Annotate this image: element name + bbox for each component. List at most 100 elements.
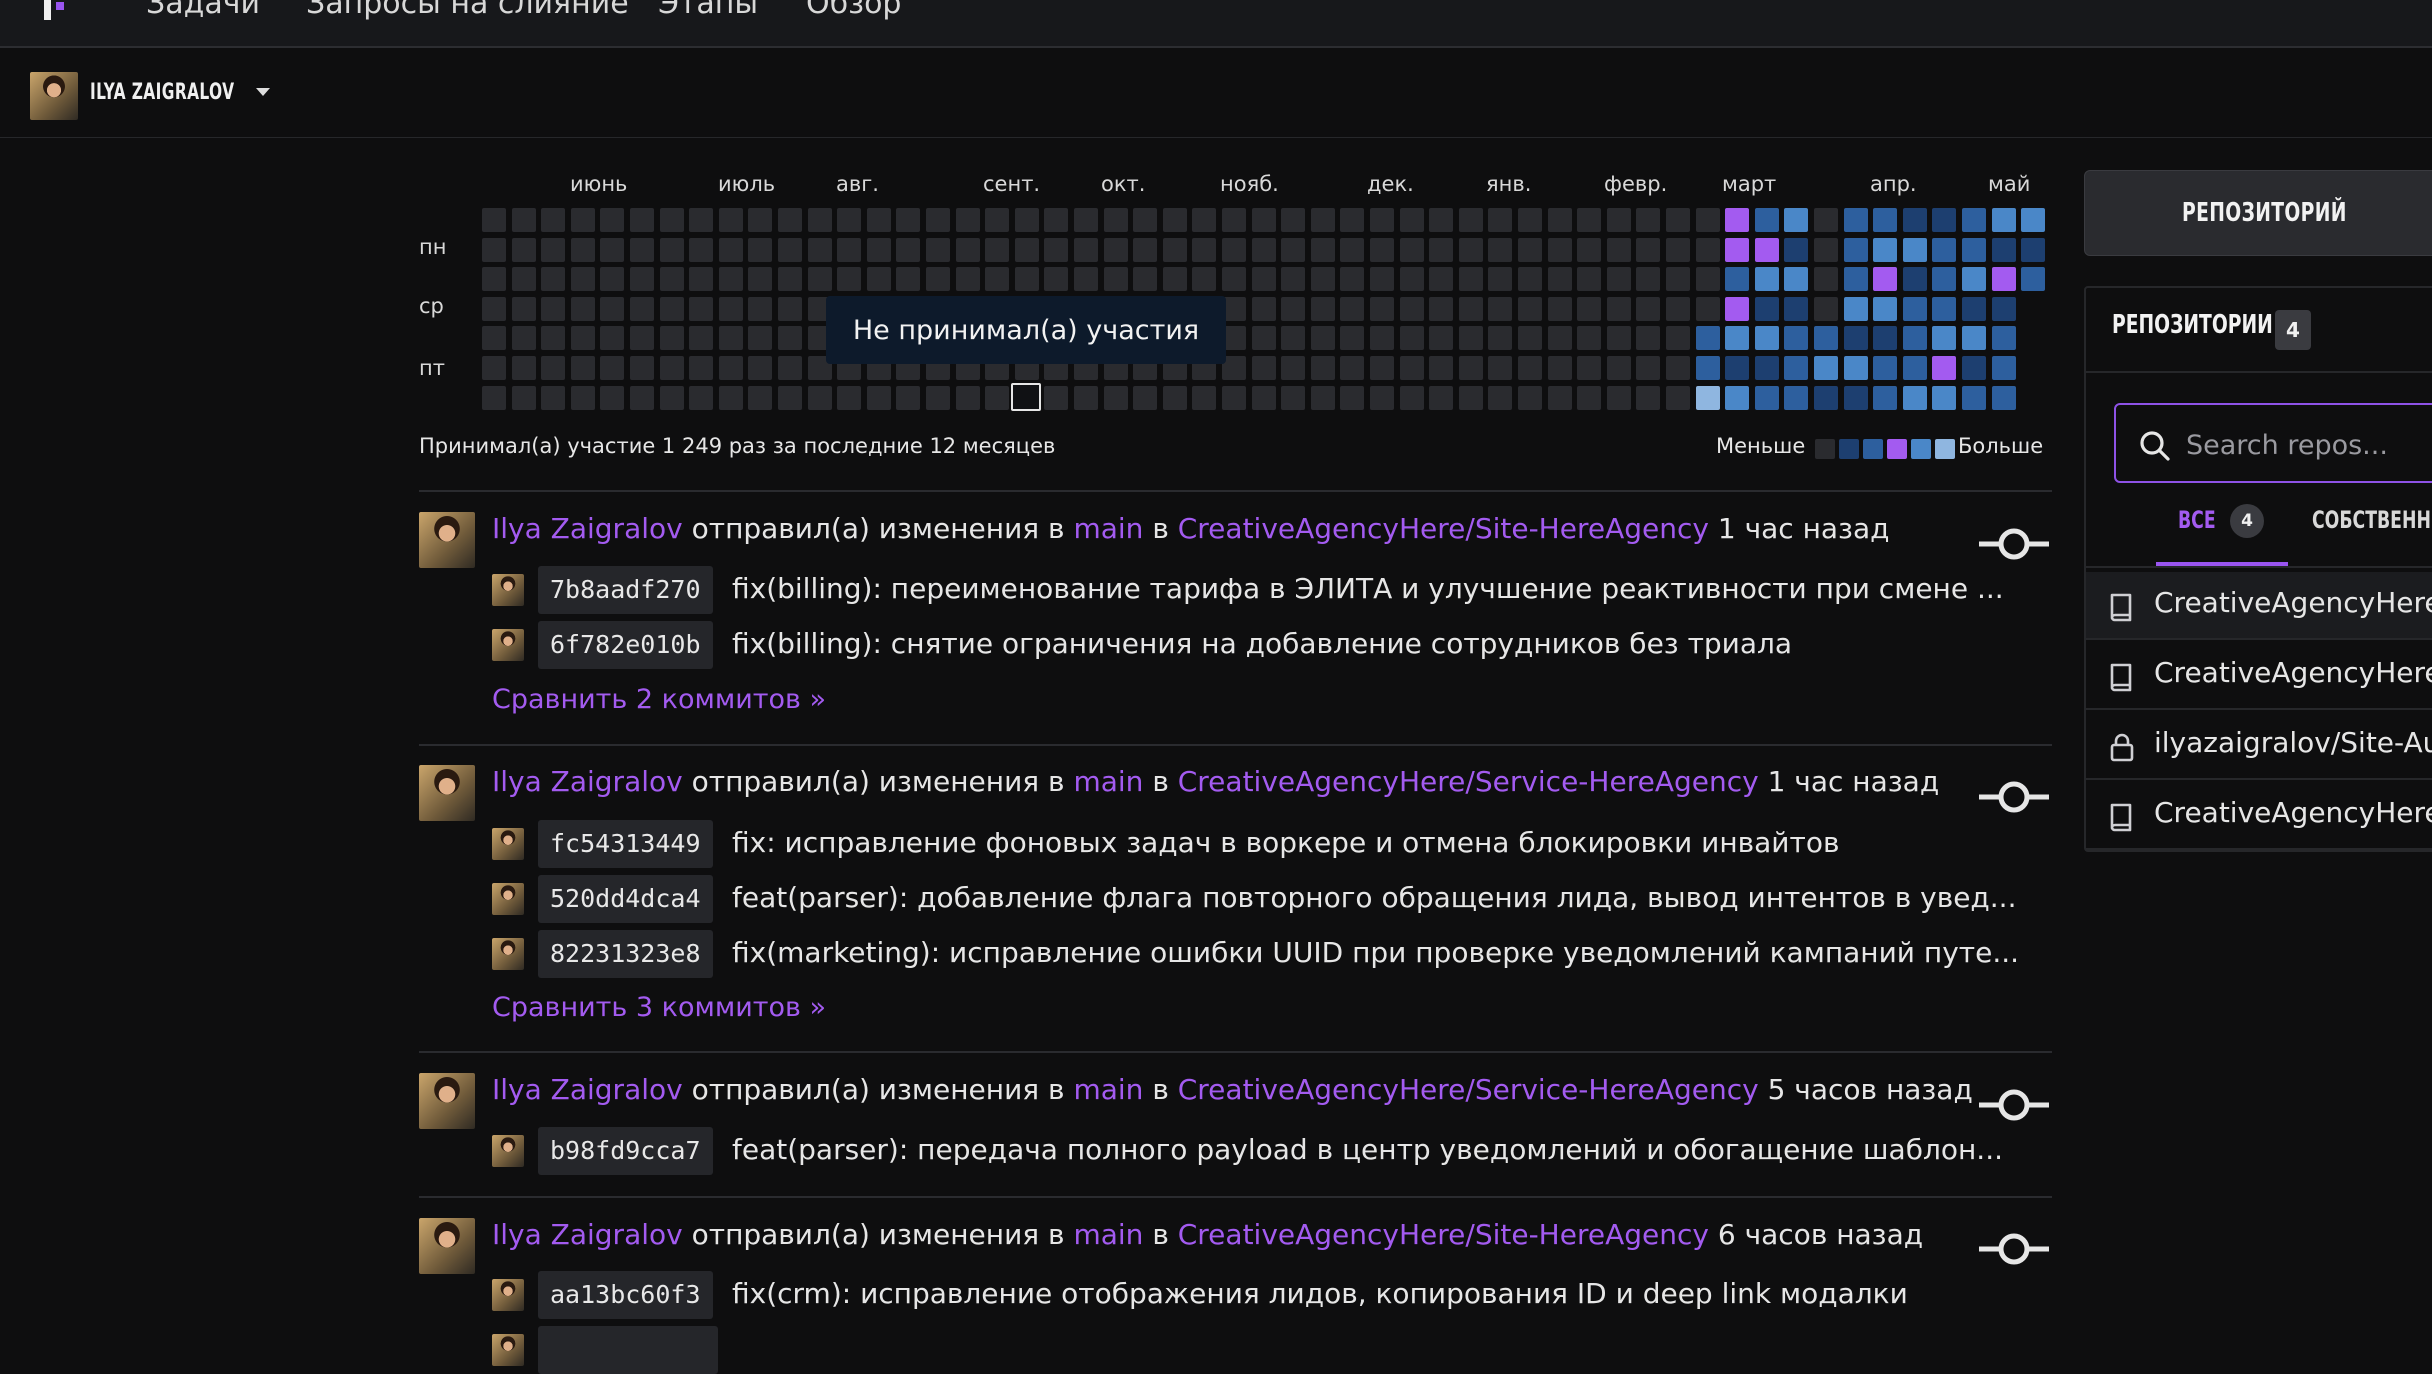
heatmap-cell[interactable] [985, 385, 1010, 410]
heatmap-cell[interactable] [718, 385, 743, 410]
commit-sha-link[interactable]: b98fd9cca7 [538, 1127, 713, 1175]
heatmap-cell[interactable] [1873, 237, 1898, 262]
commit-sha-link[interactable] [538, 1326, 718, 1374]
heatmap-cell[interactable] [1488, 385, 1513, 410]
heatmap-cell[interactable] [1962, 208, 1986, 232]
heatmap-cell[interactable] [1281, 296, 1306, 321]
heatmap-cell[interactable] [1399, 296, 1424, 321]
heatmap-cell[interactable] [1784, 326, 1809, 351]
heatmap-cell[interactable] [1399, 208, 1424, 232]
heatmap-cell[interactable] [1429, 296, 1454, 321]
heatmap-cell[interactable] [1399, 267, 1424, 292]
heatmap-cell[interactable] [1429, 208, 1454, 232]
repo-link[interactable]: CreativeAgencyHere/Site-HereAgency [1178, 1218, 1709, 1251]
heatmap-cell[interactable] [1074, 208, 1098, 232]
heatmap-cell[interactable] [570, 237, 595, 262]
heatmap-cell[interactable] [866, 385, 891, 410]
heatmap-cell[interactable] [718, 208, 743, 232]
heatmap-cell[interactable] [1991, 385, 2016, 410]
heatmap-cell[interactable] [1784, 356, 1809, 380]
heatmap-cell[interactable] [659, 208, 684, 232]
heatmap-cell[interactable] [807, 385, 832, 410]
heatmap-cell[interactable] [1340, 267, 1365, 292]
commit-sha-link[interactable]: 7b8aadf270 [538, 566, 713, 614]
heatmap-cell[interactable] [2021, 237, 2046, 262]
heatmap-cell[interactable] [1370, 237, 1394, 262]
repo-list-item[interactable]: CreativeAgencyHere/Site-HereAgency [2086, 572, 2432, 640]
heatmap-cell[interactable] [1843, 208, 1868, 232]
heatmap-cell[interactable] [1547, 296, 1572, 321]
heatmap-cell[interactable] [1429, 326, 1454, 351]
heatmap-cell[interactable] [541, 356, 566, 380]
heatmap-cell[interactable] [778, 385, 802, 410]
heatmap-cell[interactable] [1429, 356, 1454, 380]
commit-sha-link[interactable]: aa13bc60f3 [538, 1271, 713, 1319]
heatmap-cell[interactable] [1843, 296, 1868, 321]
heatmap-cell[interactable] [1162, 237, 1187, 262]
heatmap-cell[interactable] [1222, 267, 1246, 292]
heatmap-cell[interactable] [1518, 356, 1542, 380]
heatmap-cell[interactable] [570, 326, 595, 351]
heatmap-cell[interactable] [926, 267, 950, 292]
heatmap-cell[interactable] [1636, 296, 1661, 321]
heatmap-cell[interactable] [1814, 385, 1838, 410]
heatmap-cell[interactable] [511, 208, 536, 232]
heatmap-cell[interactable] [570, 356, 595, 380]
heatmap-cell[interactable] [689, 326, 714, 351]
heatmap-cell[interactable] [1695, 296, 1720, 321]
heatmap-cell[interactable] [1843, 267, 1868, 292]
heatmap-cell[interactable] [748, 326, 773, 351]
heatmap-cell[interactable] [926, 208, 950, 232]
heatmap-cell[interactable] [1340, 208, 1365, 232]
heatmap-cell[interactable] [1725, 326, 1750, 351]
heatmap-cell[interactable] [1518, 296, 1542, 321]
heatmap-cell[interactable] [1518, 208, 1542, 232]
heatmap-cell[interactable] [570, 296, 595, 321]
heatmap-cell[interactable] [1281, 208, 1306, 232]
tab-all[interactable]: ВСЕ [2178, 506, 2216, 534]
heatmap-cell[interactable] [1222, 237, 1246, 262]
heatmap-cell[interactable] [1014, 267, 1039, 292]
heatmap-cell[interactable] [1754, 296, 1779, 321]
heatmap-cell[interactable] [1310, 267, 1335, 292]
heatmap-cell[interactable] [1488, 267, 1513, 292]
heatmap-cell[interactable] [1666, 326, 1690, 351]
branch-link[interactable]: main [1073, 1073, 1143, 1106]
heatmap-cell[interactable] [1754, 237, 1779, 262]
heatmap-cell[interactable] [630, 267, 654, 292]
heatmap-cell[interactable] [1932, 237, 1957, 262]
heatmap-cell[interactable] [1488, 208, 1513, 232]
heatmap-cell[interactable] [748, 267, 773, 292]
heatmap-cell[interactable] [807, 267, 832, 292]
heatmap-cell[interactable] [482, 326, 506, 351]
heatmap-cell[interactable] [748, 385, 773, 410]
heatmap-cell[interactable] [1902, 296, 1927, 321]
heatmap-cell[interactable] [482, 237, 506, 262]
heatmap-cell[interactable] [1636, 356, 1661, 380]
heatmap-cell[interactable] [866, 237, 891, 262]
heatmap-cell[interactable] [1902, 326, 1927, 351]
heatmap-cell[interactable] [748, 356, 773, 380]
heatmap-cell[interactable] [1162, 385, 1187, 410]
heatmap-cell[interactable] [630, 237, 654, 262]
heatmap-cell[interactable] [630, 385, 654, 410]
heatmap-cell[interactable] [1281, 326, 1306, 351]
heatmap-cell[interactable] [1636, 208, 1661, 232]
heatmap-cell[interactable] [1695, 237, 1720, 262]
heatmap-cell[interactable] [1666, 267, 1690, 292]
heatmap-cell[interactable] [1962, 296, 1986, 321]
heatmap-cell[interactable] [1340, 296, 1365, 321]
heatmap-cell[interactable] [1340, 385, 1365, 410]
heatmap-cell[interactable] [1577, 267, 1602, 292]
heatmap-cell[interactable] [955, 385, 980, 410]
avatar[interactable] [30, 72, 78, 120]
heatmap-cell[interactable] [1251, 267, 1276, 292]
heatmap-cell[interactable] [600, 356, 625, 380]
heatmap-cell[interactable] [659, 356, 684, 380]
heatmap-cell[interactable] [1784, 267, 1809, 292]
heatmap-cell[interactable] [1518, 237, 1542, 262]
branch-link[interactable]: main [1073, 1218, 1143, 1251]
heatmap-cell[interactable] [1547, 237, 1572, 262]
heatmap-cell[interactable] [1902, 267, 1927, 292]
heatmap-cell[interactable] [1458, 326, 1483, 351]
